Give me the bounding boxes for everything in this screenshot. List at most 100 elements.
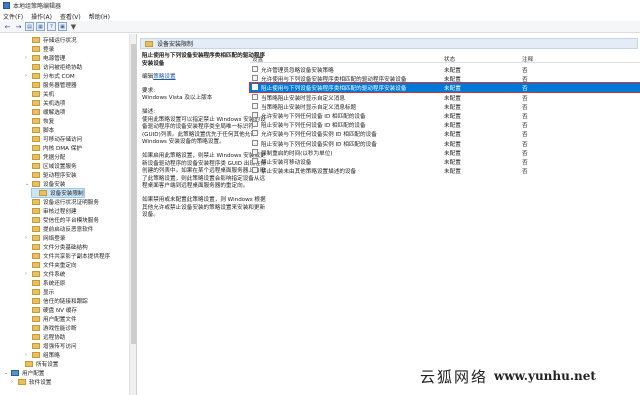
tree-item[interactable]: 系统还原 bbox=[25, 279, 65, 287]
menu-file[interactable]: 文件(F) bbox=[3, 12, 23, 21]
settings-row[interactable]: 阻止安装与下列任何设备实例 ID 相匹配的设备 未配置 否 bbox=[250, 139, 640, 148]
tree-item[interactable]: › 网络登录 bbox=[25, 234, 65, 242]
tree-item[interactable]: 审核过程创建 bbox=[25, 207, 77, 215]
settings-row[interactable]: 允许使用与下列设备安装程序类相匹配的驱动程序安装设备 未配置 否 bbox=[250, 74, 640, 83]
menu-view[interactable]: 查看(V) bbox=[60, 12, 81, 21]
tree-item[interactable]: 区域设置服务 bbox=[25, 162, 77, 170]
tree-item[interactable]: 可移动存储访问 bbox=[25, 135, 82, 143]
tree-item-label: 恢复 bbox=[43, 119, 55, 125]
tree-item[interactable]: › 组策略 bbox=[25, 351, 60, 359]
column-header-comment[interactable]: 注释 bbox=[522, 55, 533, 63]
tree-item[interactable]: 硬盘 NV 缓存 bbox=[25, 306, 77, 314]
tree-item[interactable]: 登录 bbox=[25, 45, 54, 53]
setting-name: 阻止安装与下列任何设备实例 ID 相匹配的设备 bbox=[261, 141, 377, 148]
tree-item[interactable]: 设备运行状况证明服务 bbox=[25, 198, 99, 206]
tree-item[interactable]: 访问被拒绝协助 bbox=[25, 63, 82, 71]
tree-item[interactable]: 驱动程序安装 bbox=[25, 171, 77, 179]
tree-item[interactable]: › 软件设置 bbox=[11, 378, 51, 386]
tree-toggle-icon[interactable]: › bbox=[25, 73, 30, 79]
settings-row[interactable]: 阻止安装与下列任何设备 ID 相匹配的设备 未配置 否 bbox=[250, 120, 640, 129]
tree-item[interactable]: ⌄ 用户配置 bbox=[4, 369, 44, 377]
menu-help[interactable]: 帮助(H) bbox=[89, 12, 110, 21]
tree-item-label: 硬盘 NV 缓存 bbox=[43, 308, 77, 314]
settings-row[interactable]: 允许安装与下列任何设备实例 ID 相匹配的设备 未配置 否 bbox=[250, 129, 640, 138]
tree-item[interactable]: 凭据分配 bbox=[25, 153, 65, 161]
tree-item-label: 增强传写访问 bbox=[43, 344, 77, 350]
tree-item[interactable]: › 电源管理 bbox=[25, 54, 65, 62]
tree-item[interactable]: 文件分类基础结构 bbox=[25, 243, 88, 251]
tree-item[interactable]: 远程协助 bbox=[25, 333, 65, 341]
folder-icon bbox=[32, 217, 40, 223]
column-header-state[interactable]: 状态 bbox=[444, 55, 455, 63]
tree-toggle-icon[interactable]: › bbox=[25, 55, 30, 61]
tree-item[interactable]: 脚本 bbox=[25, 126, 54, 134]
watermark-brand: 云狐网络 bbox=[420, 367, 489, 386]
tree-item[interactable]: 关机 bbox=[25, 90, 54, 98]
tree-item-label: 所有设置 bbox=[36, 362, 59, 368]
tree-item[interactable]: 内核 DMA 保护 bbox=[25, 144, 82, 152]
settings-row[interactable]: 允许管理员忽略设备安装策略 未配置 否 bbox=[250, 65, 640, 74]
folder-icon bbox=[32, 37, 40, 43]
settings-row[interactable]: 禁止安装可移动设备 未配置 否 bbox=[250, 157, 640, 166]
tree-item[interactable]: 显示 bbox=[25, 288, 54, 296]
tree-item[interactable]: 受信任的平台模块服务 bbox=[25, 216, 99, 224]
tree-item[interactable]: 游戏性能诊断 bbox=[25, 324, 77, 332]
tree-item[interactable]: 服务器管理器 bbox=[25, 81, 77, 89]
folder-icon bbox=[32, 262, 40, 268]
tree-scrollbar-thumb[interactable] bbox=[131, 44, 136, 344]
show-hide-tree-icon[interactable]: ▤ bbox=[25, 22, 34, 31]
tree-toggle-icon[interactable]: › bbox=[25, 235, 30, 241]
tree-item[interactable]: 增强传写访问 bbox=[25, 342, 77, 350]
tree-item[interactable]: 存储运行状况 bbox=[25, 36, 77, 44]
tree-item-label: 软件设置 bbox=[29, 380, 52, 386]
setting-comment: 否 bbox=[522, 86, 528, 93]
tree-item[interactable]: 提前启动反恶意软件 bbox=[25, 225, 93, 233]
policy-setting-icon bbox=[252, 121, 258, 128]
folder-icon bbox=[32, 64, 40, 70]
forward-arrow-icon[interactable]: → bbox=[14, 22, 23, 31]
setting-state: 未配置 bbox=[444, 150, 461, 157]
folder-icon bbox=[32, 352, 40, 358]
tree-scrollbar[interactable] bbox=[129, 34, 136, 395]
tree-item[interactable]: 设备安装限制 bbox=[31, 188, 85, 198]
tree-item[interactable]: › 分布式 COM bbox=[25, 72, 75, 80]
tree-item[interactable]: ⌄ 设备安装 bbox=[25, 180, 65, 188]
settings-row[interactable]: 当策略阻止安装时显示自定义消息标题 未配置 否 bbox=[250, 102, 640, 111]
back-arrow-icon[interactable]: ← bbox=[3, 22, 12, 31]
folder-icon bbox=[32, 325, 40, 331]
settings-row[interactable]: 当策略阻止安装时显示自定义消息 未配置 否 bbox=[250, 93, 640, 102]
help-icon[interactable]: ? bbox=[47, 22, 56, 31]
setting-state: 未配置 bbox=[444, 160, 461, 166]
folder-icon bbox=[32, 181, 40, 187]
tree-item[interactable]: 所有设置 bbox=[18, 360, 58, 368]
tree-item[interactable]: 恢复 bbox=[25, 117, 54, 125]
folder-icon bbox=[32, 307, 40, 313]
settings-row[interactable]: 强制重启的时间(以秒为单位) 未配置 否 bbox=[250, 148, 640, 157]
column-header-setting[interactable]: 设置 bbox=[252, 55, 263, 63]
tree-toggle-icon[interactable]: › bbox=[25, 271, 30, 277]
setting-name: 当策略阻止安装时显示自定义消息标题 bbox=[261, 104, 357, 111]
tree-item[interactable]: 文件共享影子副本提供程序 bbox=[25, 252, 110, 260]
view-icon[interactable]: ▣ bbox=[58, 22, 67, 31]
tree-item[interactable]: 缓解选项 bbox=[25, 108, 65, 116]
tree-toggle-icon[interactable]: ⌄ bbox=[25, 181, 30, 187]
tree-item[interactable]: 文件夹重定向 bbox=[25, 261, 77, 269]
tree-toggle-icon[interactable]: ⌄ bbox=[4, 370, 9, 376]
tree-item[interactable]: › 文件系统 bbox=[25, 270, 65, 278]
settings-row[interactable]: 禁止安装未由其他策略设置描述的设备 未配置 否 bbox=[250, 166, 640, 175]
edit-policy-link[interactable]: 策略设置 bbox=[153, 74, 175, 80]
tree-toggle-icon[interactable]: › bbox=[11, 379, 16, 385]
settings-row[interactable]: 阻止使用与下列设备安装程序类相匹配的驱动程序安装设备 未配置 否 bbox=[249, 82, 640, 93]
settings-row[interactable]: 允许安装与下列任何设备 ID 相匹配的设备 未配置 否 bbox=[250, 111, 640, 120]
properties-icon[interactable]: ▦ bbox=[36, 22, 45, 31]
folder-icon bbox=[32, 235, 40, 241]
tree-item[interactable]: 关机选项 bbox=[25, 99, 65, 107]
setting-state: 未配置 bbox=[444, 86, 461, 93]
setting-name: 禁止安装可移动设备 bbox=[261, 160, 312, 166]
tree-toggle-icon[interactable]: › bbox=[25, 352, 30, 358]
filter-icon[interactable]: ▼ bbox=[69, 22, 78, 31]
tree-item[interactable]: 用户配置文件 bbox=[25, 315, 77, 323]
menu-action[interactable]: 操作(A) bbox=[31, 12, 52, 21]
setting-state: 未配置 bbox=[444, 68, 461, 74]
tree-item[interactable]: 信任的链接和跟踪 bbox=[25, 297, 88, 305]
